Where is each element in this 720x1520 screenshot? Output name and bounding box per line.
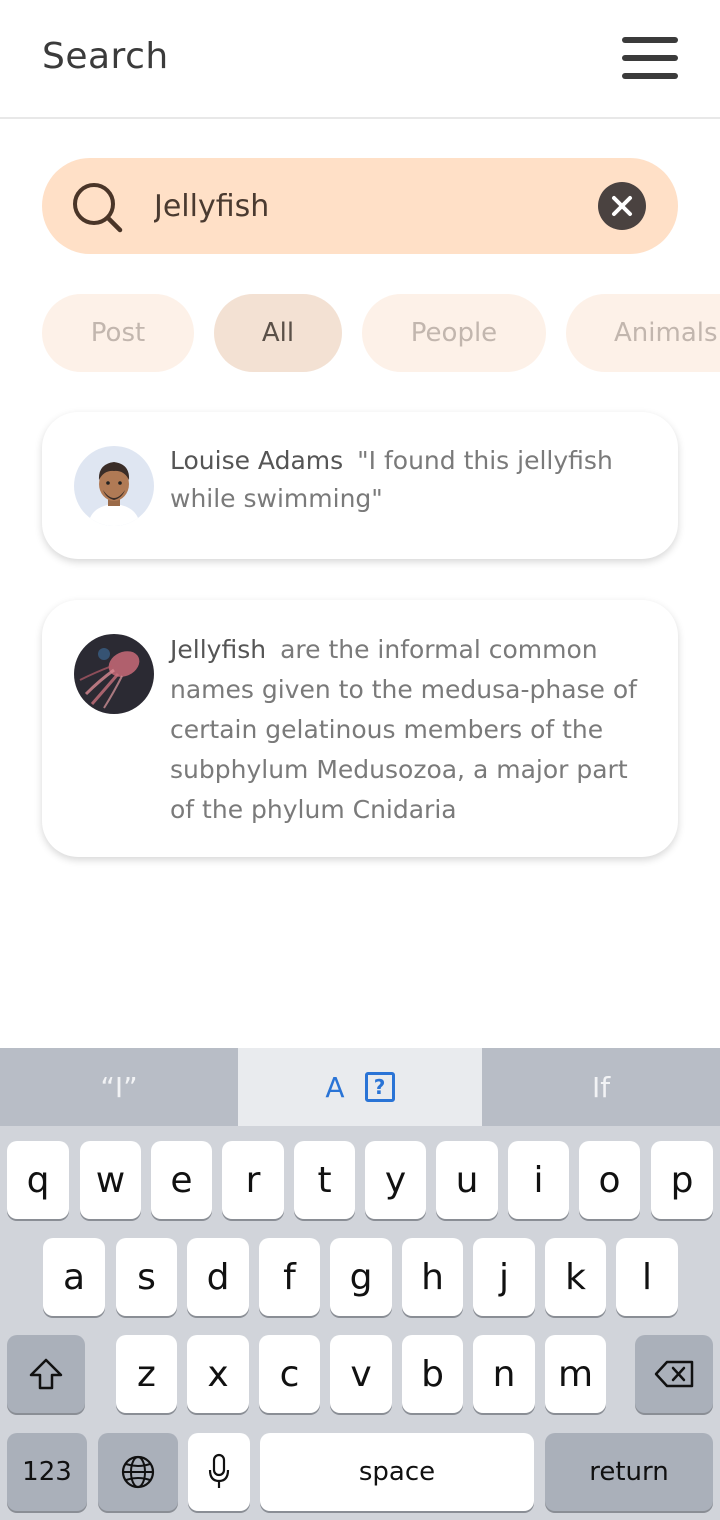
- suggestion-a[interactable]: A?: [238, 1048, 482, 1126]
- filter-chip-all[interactable]: All: [214, 294, 342, 372]
- key-f[interactable]: f: [259, 1238, 320, 1316]
- result-card[interactable]: Louise Adams "I found this jellyfish whil…: [42, 412, 678, 559]
- key-q[interactable]: q: [7, 1141, 69, 1219]
- filter-chip-animals[interactable]: Animals: [566, 294, 720, 372]
- key-z[interactable]: z: [116, 1335, 177, 1413]
- microphone-icon: [208, 1453, 230, 1488]
- close-icon: [612, 196, 632, 216]
- key-u[interactable]: u: [436, 1141, 498, 1219]
- filter-chip-post[interactable]: Post: [42, 294, 194, 372]
- key-d[interactable]: d: [187, 1238, 249, 1316]
- search-input[interactable]: [154, 184, 574, 228]
- shift-key[interactable]: [7, 1335, 85, 1413]
- hamburger-menu-icon[interactable]: [622, 37, 678, 81]
- return-key[interactable]: return: [545, 1433, 713, 1511]
- key-v[interactable]: v: [330, 1335, 392, 1413]
- key-x[interactable]: x: [187, 1335, 249, 1413]
- suggestion-if[interactable]: If: [482, 1048, 720, 1126]
- result-text: Jellyfish are the informal common names g…: [170, 630, 650, 830]
- key-m[interactable]: m: [545, 1335, 606, 1413]
- on-screen-keyboard: “I” A? If q w e r t y u i o p a s d f g …: [0, 1048, 720, 1520]
- key-j[interactable]: j: [473, 1238, 535, 1316]
- key-h[interactable]: h: [402, 1238, 463, 1316]
- search-bar[interactable]: [42, 158, 678, 254]
- key-y[interactable]: y: [365, 1141, 426, 1219]
- microphone-key[interactable]: [188, 1433, 250, 1511]
- result-card[interactable]: Jellyfish are the informal common names g…: [42, 600, 678, 857]
- filter-chip-people[interactable]: People: [362, 294, 546, 372]
- suggestion-bar: “I” A? If: [0, 1048, 720, 1126]
- page-title: Search: [42, 36, 169, 77]
- key-n[interactable]: n: [473, 1335, 535, 1413]
- key-l[interactable]: l: [616, 1238, 678, 1316]
- key-t[interactable]: t: [294, 1141, 355, 1219]
- key-c[interactable]: c: [259, 1335, 320, 1413]
- search-icon: [73, 183, 123, 233]
- key-s[interactable]: s: [116, 1238, 177, 1316]
- suggestion-a-label: A: [325, 1070, 345, 1104]
- app-header: Search: [0, 0, 720, 119]
- key-e[interactable]: e: [151, 1141, 212, 1219]
- key-g[interactable]: g: [330, 1238, 392, 1316]
- shift-icon: [29, 1358, 63, 1390]
- key-r[interactable]: r: [222, 1141, 284, 1219]
- key-o[interactable]: o: [579, 1141, 640, 1219]
- backspace-key[interactable]: [635, 1335, 713, 1413]
- avatar: [74, 446, 154, 526]
- filter-chips: Post All People Animals: [0, 294, 720, 372]
- key-w[interactable]: w: [80, 1141, 141, 1219]
- key-p[interactable]: p: [651, 1141, 713, 1219]
- backspace-icon: [654, 1360, 694, 1388]
- globe-key[interactable]: [98, 1433, 178, 1511]
- space-key[interactable]: space: [260, 1433, 534, 1511]
- unknown-word-icon: ?: [364, 1072, 395, 1102]
- jellyfish-thumbnail: [74, 634, 154, 714]
- result-text: Louise Adams "I found this jellyfish whil…: [170, 442, 650, 518]
- key-i[interactable]: i: [508, 1141, 569, 1219]
- suggestion-quoted-i[interactable]: “I”: [0, 1048, 238, 1126]
- key-a[interactable]: a: [43, 1238, 105, 1316]
- key-b[interactable]: b: [402, 1335, 463, 1413]
- numbers-key[interactable]: 123: [7, 1433, 87, 1511]
- globe-icon: [121, 1455, 155, 1489]
- clear-search-button[interactable]: [598, 182, 646, 230]
- key-k[interactable]: k: [545, 1238, 606, 1316]
- result-author-name: Louise Adams: [170, 446, 344, 475]
- result-title: Jellyfish: [170, 635, 267, 664]
